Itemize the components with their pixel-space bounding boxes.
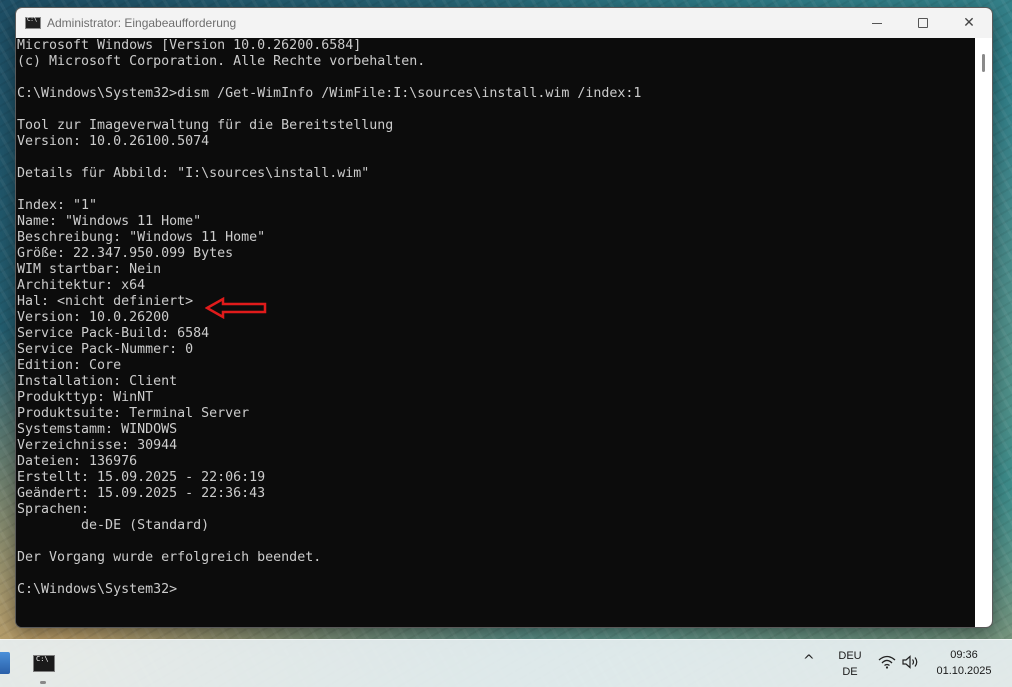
console-line: Service Pack-Nummer: 0 [17, 342, 194, 357]
console-line: WIM startbar: Nein [17, 262, 162, 277]
console-line: Produktsuite: Terminal Server [17, 406, 250, 421]
cmd-app-icon[interactable] [25, 16, 41, 29]
maximize-icon [918, 18, 928, 28]
console-line: Microsoft Windows [Version 10.0.26200.65… [17, 38, 362, 53]
console-line: Hal: <nicht definiert> [17, 294, 194, 309]
console-line: Dateien: 136976 [17, 454, 138, 469]
clock-date: 01.10.2025 [936, 665, 992, 677]
console-line: Geändert: 15.09.2025 - 22:36:43 [17, 486, 266, 501]
console-line: Installation: Client [17, 374, 178, 389]
console-line: Systemstamm: WINDOWS [17, 422, 178, 437]
taskbar: ^ DEU DE 09:36 01.10.2025 [0, 639, 1012, 687]
scrollbar-thumb[interactable] [982, 54, 985, 72]
window-title: Administrator: Eingabeaufforderung [47, 16, 237, 30]
console-line: Größe: 22.347.950.099 Bytes [17, 246, 234, 261]
console-line: Index: "1" [17, 198, 98, 213]
console-line: C:\Windows\System32> [17, 582, 178, 597]
caption-buttons: ✕ [854, 8, 992, 38]
console-line: Der Vorgang wurde erfolgreich beendet. [17, 550, 322, 565]
console-line: Details für Abbild: "I:\sources\install.… [17, 166, 370, 181]
console-line: Name: "Windows 11 Home" [17, 214, 202, 229]
system-clock[interactable]: 09:36 01.10.2025 [928, 647, 1000, 679]
input-language-indicator[interactable]: DEU DE [832, 648, 868, 680]
red-arrow-annotation [205, 297, 267, 319]
taskbar-command-prompt[interactable] [28, 644, 60, 682]
command-prompt-window[interactable]: Administrator: Eingabeaufforderung ✕ Mic… [15, 7, 993, 628]
close-icon: ✕ [963, 15, 975, 31]
wifi-icon[interactable] [878, 655, 896, 669]
console-line: Verzeichnisse: 30944 [17, 438, 178, 453]
console-line: C:\Windows\System32>dism /Get-WimInfo /W… [17, 86, 642, 101]
minimize-button[interactable] [854, 8, 900, 38]
console-line: Tool zur Imageverwaltung für die Bereits… [17, 118, 394, 133]
console-output[interactable]: Microsoft Windows [Version 10.0.26200.65… [16, 38, 976, 627]
running-app-indicator [40, 681, 46, 684]
console-line: Architektur: x64 [17, 278, 146, 293]
tray-chevron-up-icon[interactable]: ^ [803, 653, 815, 669]
console-line: Beschreibung: "Windows 11 Home" [17, 230, 266, 245]
console-line: de-DE (Standard) [17, 518, 210, 533]
language-code: DEU [838, 650, 862, 662]
title-bar[interactable]: Administrator: Eingabeaufforderung ✕ [16, 8, 992, 38]
close-button[interactable]: ✕ [946, 8, 992, 38]
console-line: Version: 10.0.26200 [17, 310, 170, 325]
console-line: Produkttyp: WinNT [17, 390, 154, 405]
volume-icon[interactable] [902, 655, 920, 669]
maximize-button[interactable] [900, 8, 946, 38]
console-line: Version: 10.0.26100.5074 [17, 134, 210, 149]
vertical-scrollbar[interactable] [975, 38, 992, 627]
clock-time: 09:36 [950, 649, 978, 661]
minimize-icon [872, 22, 882, 24]
keyboard-layout-code: DE [842, 666, 858, 678]
console-line: Edition: Core [17, 358, 122, 373]
console-line: Erstellt: 15.09.2025 - 22:06:19 [17, 470, 266, 485]
console-line: Service Pack-Build: 6584 [17, 326, 210, 341]
console-line: Sprachen: [17, 502, 90, 517]
cmd-taskbar-icon [33, 654, 55, 672]
taskbar-pinned-icon[interactable] [0, 652, 10, 674]
console-line: (c) Microsoft Corporation. Alle Rechte v… [17, 54, 426, 69]
